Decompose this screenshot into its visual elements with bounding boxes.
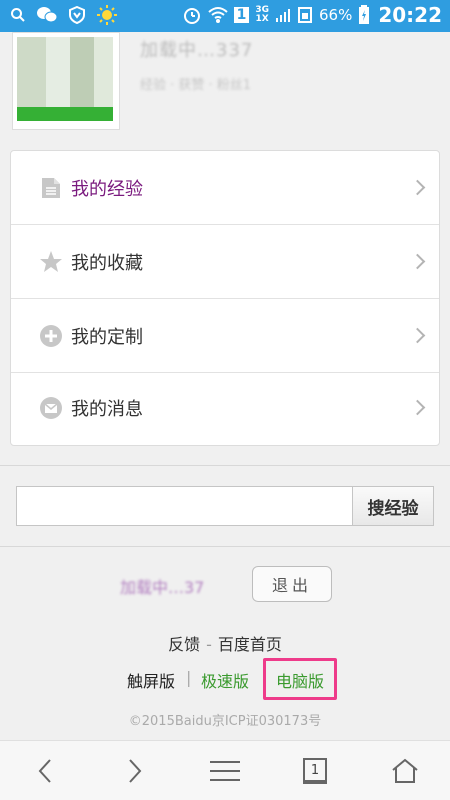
avatar-image	[17, 37, 113, 111]
tabs-button[interactable]: 1	[270, 741, 360, 800]
search-input[interactable]	[16, 486, 352, 526]
signal-icon	[275, 9, 290, 22]
hamburger-icon	[210, 761, 240, 781]
menu-item-label: 我的消息	[71, 399, 143, 420]
chevron-right-icon	[409, 253, 426, 269]
wifi-icon	[207, 7, 228, 23]
baidu-home-link[interactable]: 百度首页	[218, 635, 282, 654]
home-icon	[392, 758, 418, 783]
menu-item-my-messages[interactable]: 我的消息	[11, 373, 439, 443]
browser-bottom-bar: 1	[0, 740, 450, 800]
divider	[0, 465, 450, 466]
chevron-right-icon	[409, 179, 426, 195]
avatar[interactable]	[12, 32, 120, 130]
menu-button[interactable]	[180, 741, 270, 800]
menu-item-label: 我的定制	[71, 326, 143, 348]
username: 加载中…337	[140, 40, 254, 61]
avatar-level-bar	[17, 107, 113, 121]
copyright: ©2015Baidu京ICP证030173号	[128, 714, 322, 729]
user-stats: 经验 · 获赞 · 粉丝1	[140, 78, 252, 93]
chevron-right-icon	[409, 327, 426, 343]
link-separator: |	[186, 668, 192, 687]
divider	[0, 546, 450, 547]
alarm-icon	[183, 8, 200, 24]
battery-icon	[359, 5, 370, 24]
star-icon	[39, 250, 63, 274]
footer-username[interactable]: 加载中…37	[120, 574, 204, 598]
network-type: 3G 1X	[255, 5, 269, 24]
tab-count: 1	[310, 762, 320, 778]
chevron-left-icon	[38, 759, 51, 783]
document-icon	[39, 176, 63, 200]
menu-item-my-favorites[interactable]: 我的收藏	[11, 225, 439, 299]
menu-item-label: 我的收藏	[71, 252, 143, 274]
touch-version-link[interactable]: 触屏版	[127, 668, 175, 692]
shield-icon	[69, 6, 85, 24]
logout-button[interactable]: 退出	[252, 566, 332, 602]
wechat-icon	[37, 7, 58, 23]
battery-percent: 66%	[318, 6, 353, 24]
menu-item-my-experience[interactable]: 我的经验	[11, 151, 439, 225]
sim-indicator: 1	[233, 7, 250, 23]
chevron-right-icon	[129, 759, 142, 783]
footer-links: 反馈 - 百度首页	[0, 631, 450, 655]
mail-icon	[39, 396, 63, 420]
menu-item-label: 我的经验	[71, 178, 143, 200]
link-separator: -	[206, 635, 212, 654]
search-bar: 搜经验	[16, 486, 434, 526]
search-button[interactable]: 搜经验	[352, 486, 434, 526]
profile-header: 加载中…337 经验 · 获赞 · 粉丝1	[0, 32, 450, 148]
menu-card: 我的经验 我的收藏 我的定制 我的消息	[10, 150, 440, 446]
menu-item-my-custom[interactable]: 我的定制	[11, 299, 439, 373]
chevron-right-icon	[409, 399, 426, 416]
feedback-link[interactable]: 反馈	[168, 635, 200, 654]
fast-version-link[interactable]: 极速版	[201, 668, 249, 692]
tab-counter: 1	[303, 758, 327, 784]
home-button[interactable]	[360, 741, 450, 800]
clock: 20:22	[378, 3, 442, 27]
plus-circle-icon	[39, 324, 63, 348]
sun-icon	[97, 5, 117, 25]
forward-button[interactable]	[90, 741, 180, 800]
back-button[interactable]	[0, 741, 90, 800]
status-bar: 1 3G 1X 66% 20:22	[0, 0, 450, 32]
sim-card-icon	[297, 7, 312, 23]
search-icon	[11, 8, 25, 22]
pc-version-highlight-box	[263, 658, 337, 700]
